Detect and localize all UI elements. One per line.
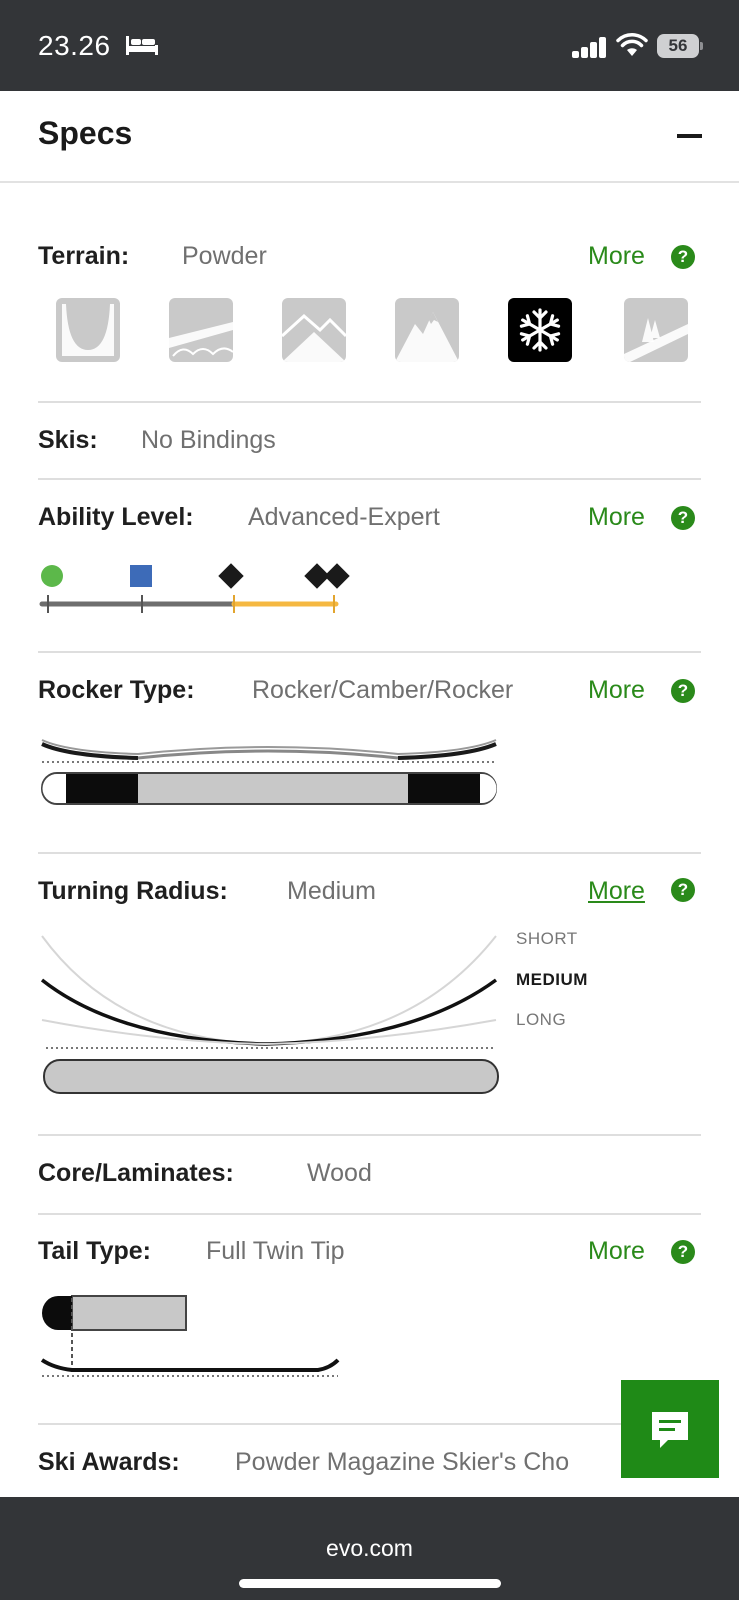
park-terrain-icon bbox=[169, 298, 233, 362]
terrain-label: Terrain: bbox=[38, 242, 130, 270]
rocker-more-link[interactable]: More bbox=[588, 676, 645, 705]
divider bbox=[38, 1134, 701, 1136]
rocker-type-label: Rocker Type: bbox=[38, 676, 195, 704]
battery-indicator: 56 bbox=[657, 34, 703, 58]
divider bbox=[38, 852, 701, 854]
battery-tip bbox=[700, 42, 703, 50]
powder-snowflake-icon bbox=[508, 298, 572, 362]
all-mountain-terrain-icon bbox=[282, 298, 346, 362]
chat-bubble-icon bbox=[652, 1412, 688, 1448]
ski-awards-label: Ski Awards: bbox=[38, 1448, 180, 1476]
home-indicator[interactable] bbox=[239, 1579, 501, 1588]
sleep-bed-icon bbox=[126, 36, 158, 55]
skis-value: No Bindings bbox=[141, 426, 276, 454]
turning-radius-diagram bbox=[40, 935, 499, 1094]
turning-radius-help-icon[interactable]: ? bbox=[671, 878, 695, 902]
divider bbox=[38, 1423, 701, 1425]
terrain-more-link[interactable]: More bbox=[588, 242, 645, 271]
tail-type-diagram bbox=[40, 1295, 340, 1377]
browser-bottom-bar: evo.com bbox=[0, 1497, 739, 1600]
advanced-black-diamond-icon bbox=[218, 563, 244, 589]
tail-type-label: Tail Type: bbox=[38, 1237, 151, 1265]
expert-double-diamond-icon bbox=[304, 563, 350, 589]
core-laminates-value: Wood bbox=[307, 1159, 372, 1187]
tail-help-icon[interactable]: ? bbox=[671, 1240, 695, 1264]
tail-more-link[interactable]: More bbox=[588, 1237, 645, 1266]
turning-radius-label: Turning Radius: bbox=[38, 877, 228, 905]
rocker-profile-diagram bbox=[41, 739, 497, 805]
intermediate-blue-square-icon bbox=[130, 565, 152, 587]
status-bar: 23.26 56 bbox=[0, 0, 739, 91]
specs-title: Specs bbox=[38, 115, 133, 151]
collapse-minus-icon[interactable] bbox=[677, 134, 702, 138]
radius-short-label: SHORT bbox=[516, 929, 578, 948]
backcountry-terrain-icon bbox=[624, 298, 688, 362]
chat-button[interactable] bbox=[621, 1380, 719, 1478]
terrain-value: Powder bbox=[182, 242, 267, 270]
wifi-icon bbox=[616, 33, 648, 56]
radius-long-label: LONG bbox=[516, 1010, 567, 1029]
ski-awards-value: Powder Magazine Skier's Cho bbox=[235, 1448, 570, 1476]
battery-level: 56 bbox=[657, 34, 699, 58]
divider bbox=[38, 478, 701, 480]
browser-url[interactable]: evo.com bbox=[0, 1535, 739, 1562]
ability-help-icon[interactable]: ? bbox=[671, 506, 695, 530]
divider bbox=[38, 651, 701, 653]
status-time: 23.26 bbox=[38, 30, 111, 61]
cellular-signal-icon bbox=[572, 37, 606, 58]
specs-section-header[interactable]: Specs bbox=[0, 91, 739, 183]
divider bbox=[38, 401, 701, 403]
tail-type-value: Full Twin Tip bbox=[206, 1237, 345, 1265]
ability-level-scale bbox=[39, 563, 350, 613]
radius-medium-label: MEDIUM bbox=[516, 970, 588, 989]
beginner-green-circle-icon bbox=[41, 565, 63, 587]
terrain-help-icon[interactable]: ? bbox=[671, 245, 695, 269]
divider bbox=[38, 1213, 701, 1215]
rocker-help-icon[interactable]: ? bbox=[671, 679, 695, 703]
core-laminates-label: Core/Laminates: bbox=[38, 1159, 234, 1187]
turning-radius-more-link[interactable]: More bbox=[588, 877, 645, 906]
rocker-type-value: Rocker/Camber/Rocker bbox=[252, 676, 514, 704]
turning-radius-value: Medium bbox=[287, 877, 376, 905]
halfpipe-terrain-icon bbox=[56, 298, 120, 362]
skis-label: Skis: bbox=[38, 426, 98, 454]
ability-more-link[interactable]: More bbox=[588, 503, 645, 532]
ability-level-value: Advanced-Expert bbox=[248, 503, 440, 531]
big-mountain-terrain-icon bbox=[395, 298, 459, 362]
ability-level-label: Ability Level: bbox=[38, 503, 194, 531]
